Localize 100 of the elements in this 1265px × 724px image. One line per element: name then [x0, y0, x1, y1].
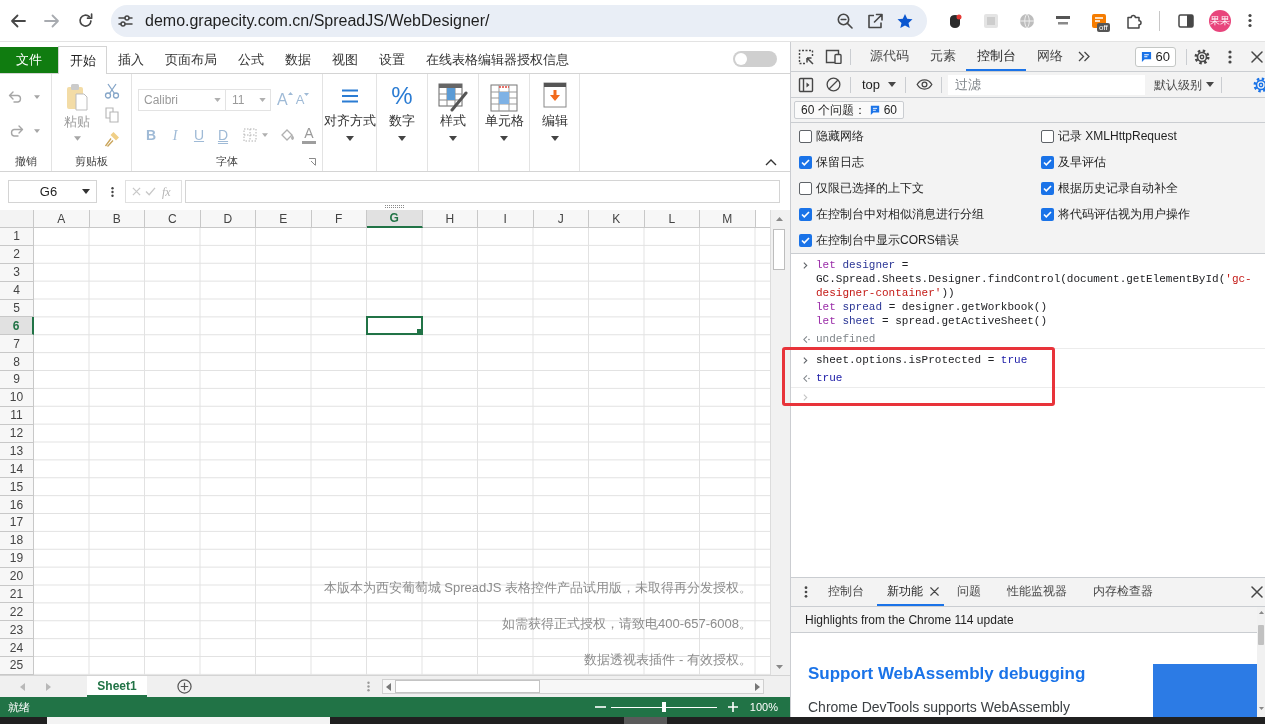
caret-down-icon[interactable] [82, 189, 90, 194]
ribbon-button[interactable]: 样式 [428, 74, 478, 152]
devtools-tab[interactable]: 源代码 [859, 42, 919, 71]
site-settings-icon[interactable] [118, 14, 133, 27]
back-icon[interactable] [10, 13, 26, 28]
menu-icon[interactable] [1248, 13, 1252, 28]
toggle-switch[interactable] [733, 51, 777, 67]
clear-console-icon[interactable] [826, 77, 841, 92]
checkbox[interactable] [799, 207, 812, 221]
resize-grip-icon[interactable] [385, 205, 405, 208]
add-sheet-icon[interactable] [177, 679, 192, 694]
setting-label[interactable]: 在控制台中对相似消息进行分组 [816, 205, 984, 223]
scrollbar-thumb[interactable] [773, 229, 785, 270]
column-header[interactable]: C [145, 210, 201, 228]
row-header[interactable]: 7 [0, 335, 34, 354]
row-header[interactable]: 25 [0, 657, 34, 675]
row-header[interactable]: 6 [0, 317, 34, 336]
menu-icon[interactable] [1228, 49, 1232, 64]
address-bar[interactable]: demo.grapecity.com.cn/SpreadJS/WebDesigner/ [111, 4, 927, 37]
setting-label[interactable]: 隐藏网络 [816, 127, 864, 145]
column-header[interactable]: E [256, 210, 312, 228]
ribbon-button[interactable]: 对齐方式 [323, 74, 376, 152]
scroll-up-icon[interactable] [1258, 611, 1264, 614]
zoom-out-icon[interactable] [837, 12, 853, 29]
row-header[interactable]: 14 [0, 460, 34, 479]
ribbon-button[interactable]: % 数字 [377, 74, 427, 152]
column-header[interactable]: A [34, 210, 90, 228]
ribbon-tab[interactable]: 数据 [274, 46, 321, 73]
eye-icon[interactable] [916, 79, 934, 90]
formula-input[interactable] [185, 180, 780, 203]
caret-down-icon[interactable] [888, 82, 897, 87]
share-icon[interactable] [867, 12, 883, 29]
column-header[interactable]: L [644, 210, 700, 228]
drawer-menu-icon[interactable] [804, 586, 808, 598]
column-header[interactable]: F [311, 210, 367, 228]
slider-thumb[interactable] [661, 702, 666, 712]
caret-down-icon[interactable] [398, 136, 406, 141]
drawer-tab[interactable]: 问题 [944, 578, 994, 606]
scroll-up-icon[interactable] [775, 217, 783, 221]
cell-grid[interactable] [34, 228, 770, 675]
article-heading[interactable]: Support WebAssembly debugging [808, 664, 1086, 684]
checkbox[interactable] [1041, 207, 1054, 221]
checkbox[interactable] [799, 155, 812, 169]
column-header[interactable]: H [422, 210, 478, 228]
scroll-down-icon[interactable] [775, 665, 783, 669]
star-icon[interactable] [897, 12, 913, 29]
checkbox[interactable] [1041, 181, 1054, 195]
ribbon-button[interactable]: 编辑 [530, 74, 579, 152]
filter-input[interactable]: 过滤 [948, 74, 1146, 95]
setting-label[interactable]: 仅限已选择的上下文 [816, 179, 924, 197]
close-icon[interactable] [930, 586, 939, 596]
inspect-icon[interactable] [798, 48, 814, 65]
dialog-launcher-icon[interactable] [308, 157, 316, 166]
row-header[interactable]: 22 [0, 603, 34, 622]
setting-label[interactable]: 记录 XMLHttpRequest [1058, 127, 1177, 145]
ribbon-tab[interactable]: 设置 [368, 46, 415, 73]
context-dropdown[interactable]: top [862, 74, 897, 95]
drawer-tab[interactable]: 内存检查器 [1080, 578, 1166, 606]
row-header[interactable]: 9 [0, 371, 34, 389]
row-header[interactable]: 23 [0, 621, 34, 640]
file-menu-button[interactable]: 文件 [0, 47, 58, 73]
check-icon[interactable] [145, 187, 156, 196]
splitter-handle-icon[interactable] [367, 681, 370, 692]
row-header[interactable]: 15 [0, 478, 34, 497]
caret-down-icon[interactable] [449, 136, 457, 141]
ribbon-tab[interactable]: 插入 [107, 46, 154, 73]
settings-icon[interactable] [1194, 48, 1210, 65]
row-header[interactable]: 1 [0, 228, 34, 246]
plus-icon[interactable] [727, 702, 738, 712]
forward-icon[interactable] [44, 13, 60, 28]
drawer-tab[interactable]: 控制台 [815, 578, 877, 606]
collapse-ribbon-icon[interactable] [765, 159, 777, 166]
drawer-tab[interactable]: 性能监视器 [994, 578, 1080, 606]
profile-avatar[interactable]: 果果 [1209, 9, 1231, 32]
fill-handle-icon[interactable] [416, 329, 422, 335]
setting-label[interactable]: 及早评估 [1058, 153, 1106, 171]
extension-icon[interactable] [947, 12, 963, 29]
scroll-right-icon[interactable] [755, 682, 760, 691]
minus-icon[interactable] [594, 706, 606, 708]
column-header[interactable]: B [89, 210, 145, 228]
issues-badge[interactable]: 60 [1134, 46, 1176, 67]
column-header[interactable]: D [200, 210, 256, 228]
row-header[interactable]: 24 [0, 639, 34, 657]
caret-down-icon[interactable] [550, 136, 559, 141]
caret-down-icon[interactable] [1206, 82, 1215, 87]
column-header[interactable]: I [478, 210, 534, 228]
caret-down-icon[interactable] [500, 136, 508, 141]
checkbox[interactable] [799, 233, 812, 247]
setting-label[interactable]: 在控制台中显示CORS错误 [816, 231, 959, 249]
device-icon[interactable] [825, 49, 842, 64]
checkbox[interactable] [1041, 129, 1054, 143]
checkbox[interactable] [799, 129, 812, 143]
more-tabs-icon[interactable] [1078, 51, 1090, 62]
row-header[interactable]: 8 [0, 353, 34, 371]
side-panel-icon[interactable] [1178, 13, 1194, 28]
devtools-tab[interactable]: 网络 [1026, 42, 1073, 71]
settings-icon[interactable] [1253, 76, 1265, 93]
column-header[interactable]: M [700, 210, 756, 228]
ribbon-tab[interactable]: 在线表格编辑器授权信息 [415, 46, 579, 73]
ribbon-tab[interactable]: 开始 [58, 46, 107, 74]
